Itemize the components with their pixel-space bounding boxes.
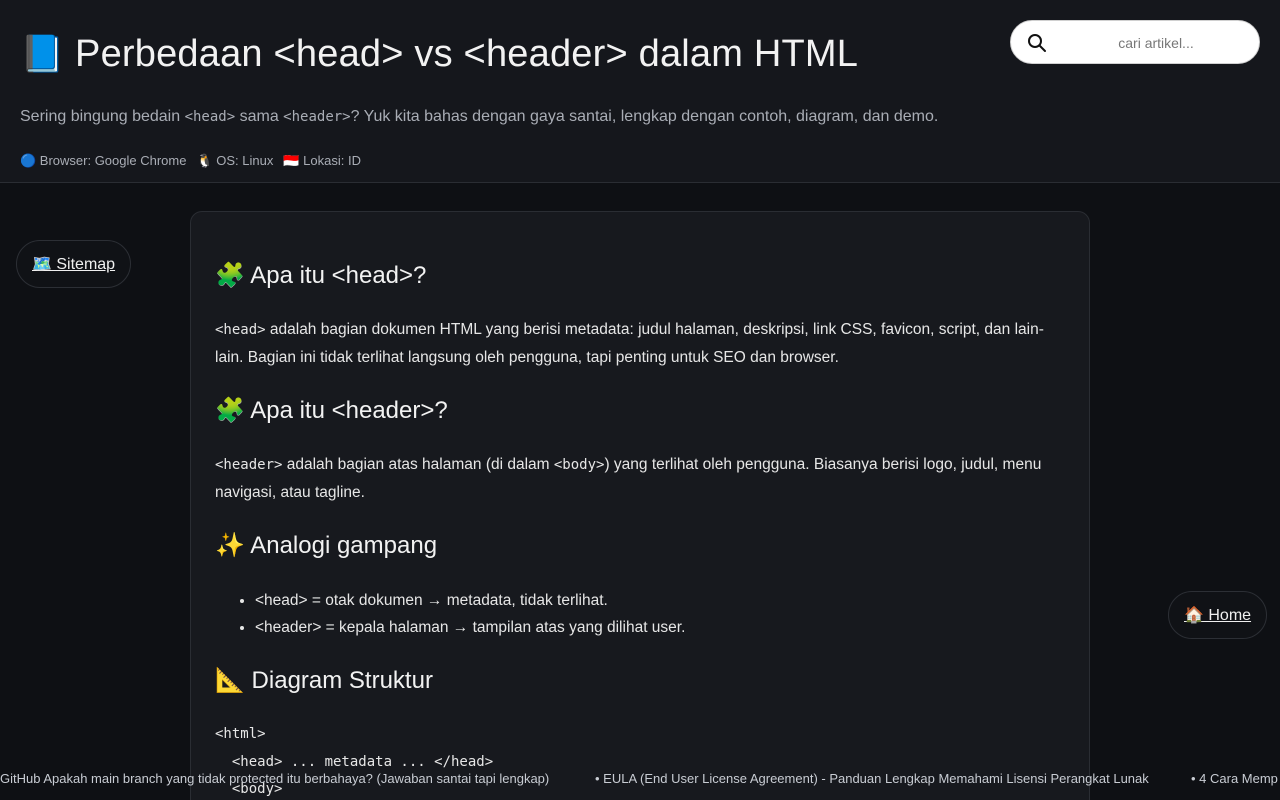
ticker-item[interactable]: • EULA (End User License Agreement) - Pa… [595,771,1149,786]
meta-browser: 🔵 Browser: Google Chrome [20,153,187,168]
inline-code: <head> [215,322,266,338]
ticker-item[interactable]: • 4 Cara Memp [1191,771,1278,786]
inline-code: <header> [215,457,283,473]
article-card: 🧩 Apa itu <head>? <head> adalah bagian d… [190,211,1090,800]
search-icon[interactable] [1027,33,1047,53]
list-item: <header> = kepala halaman → tampilan ata… [255,614,685,641]
page-subtitle: Sering bingung bedain <head> sama <heade… [20,108,938,126]
paragraph-header: <header> adalah bagian atas halaman (di … [215,451,1065,506]
visitor-meta: 🔵 Browser: Google Chrome 🐧 OS: Linux 🇮🇩 … [20,153,361,169]
paragraph-text: adalah bagian atas halaman (di dalam [282,456,554,473]
subtitle-text: ? Yuk kita bahas dengan gaya santai, len… [350,108,939,125]
paragraph-head: <head> adalah bagian dokumen HTML yang b… [215,316,1065,371]
heading-head: 🧩 Apa itu <head>? [215,262,427,289]
meta-location: 🇮🇩 Lokasi: ID [283,153,361,168]
book-icon: 📘 [20,33,66,74]
subtitle-text: Sering bingung bedain [20,108,185,125]
analogy-list: <head> = otak dokumen → metadata, tidak … [235,587,685,641]
meta-os: 🐧 OS: Linux [196,153,274,168]
heading-analogy: ✨ Analogi gampang [215,532,438,559]
ticker-item[interactable]: GitHub Apakah main branch yang tidak pro… [0,771,549,786]
list-item: <head> = otak dokumen → metadata, tidak … [255,587,685,614]
search-box[interactable] [1010,20,1260,64]
home-link[interactable]: 🏠 Home [1168,591,1268,639]
page-title-text: Perbedaan <head> vs <header> dalam HTML [75,33,859,75]
sitemap-link[interactable]: 🗺️ Sitemap [16,240,132,288]
news-ticker: GitHub Apakah main branch yang tidak pro… [0,768,1280,790]
search-input[interactable] [1061,27,1251,59]
subtitle-code-head: <head> [184,109,236,125]
paragraph-text: adalah bagian dokumen HTML yang berisi m… [215,321,1044,366]
heading-diagram: 📐 Diagram Struktur [215,667,433,694]
page-title: 📘 Perbedaan <head> vs <header> dalam HTML [20,33,858,76]
inline-code: <body> [553,457,605,473]
heading-header: 🧩 Apa itu <header>? [215,397,448,424]
subtitle-code-header: <header> [283,109,351,125]
subtitle-text: sama [235,108,284,125]
diagram-line: <html> [215,726,266,742]
